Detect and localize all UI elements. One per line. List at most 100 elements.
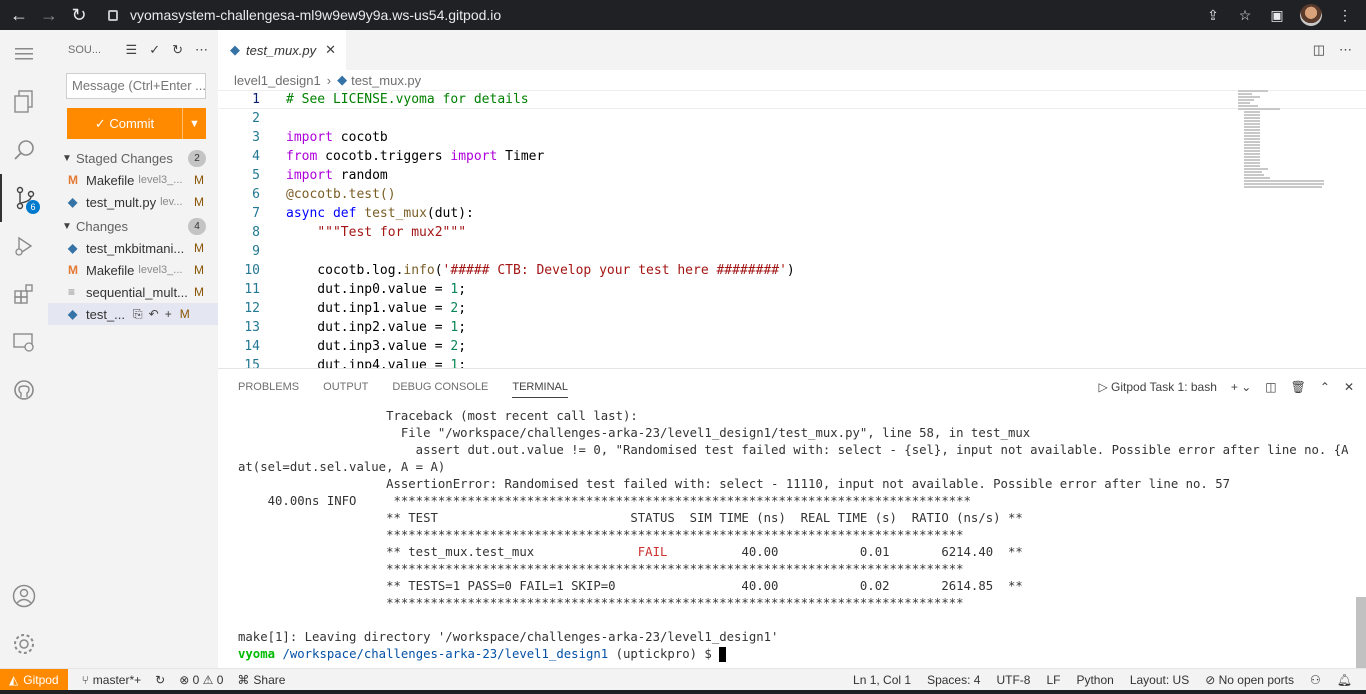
terminal-line: ****************************************… [238,562,964,576]
modified-status: M [194,195,204,209]
modified-status: M [194,263,204,277]
sidepanel-icon[interactable]: ▣ [1268,6,1286,24]
commit-check-icon[interactable]: ✓ [149,42,160,58]
gitpod-button[interactable]: ◭ Gitpod [0,668,68,691]
code-editor[interactable]: 1 # See LICENSE.vyoma for details 2 3 impo… [218,90,1366,368]
split-editor-icon[interactable]: ◫ [1313,42,1325,58]
more-actions-icon[interactable]: ⋯ [1339,42,1352,58]
stage-plus-icon[interactable]: + [165,307,172,322]
browser-bottom-strip [0,690,1366,694]
breadcrumb-folder[interactable]: level1_design1 [234,73,321,88]
feedback-icon[interactable]: ⚇ [1310,673,1321,687]
new-terminal-plus-icon[interactable]: + ⌄ [1231,380,1251,394]
text-file-icon: ≡ [68,285,76,299]
staged-changes-group[interactable]: ▼ Staged Changes 2 [48,147,218,169]
terminal-output[interactable]: Traceback (most recent call last): File … [238,409,1348,664]
modified-status: M [194,241,204,255]
ports-indicator[interactable]: ⊘ No open ports [1205,673,1294,687]
tab-debug-console[interactable]: DEBUG CONSOLE [392,381,488,393]
terminal-line: 40.00ns INFO ***************************… [238,494,971,508]
tab-problems[interactable]: PROBLEMS [238,381,299,393]
terminal-selector[interactable]: ▷ Gitpod Task 1: bash [1098,380,1216,394]
minimap[interactable] [1238,90,1328,220]
terminal-line: assert dut.out.value != 0, "Randomised t… [238,443,1348,457]
kill-terminal-trash-icon[interactable]: 🗑 [1291,380,1306,394]
reload-button[interactable]: ↻ [68,4,90,26]
back-button[interactable]: ← [8,4,30,26]
code-line: 6 @cocotb.test() [252,187,396,202]
code-line: 15 dut.inp4.value = 1; [244,358,467,368]
commit-message-input[interactable]: Message (Ctrl+Enter ... [66,73,206,99]
sidebar-header: SOU... ☰ ✓ ↻ ⋯ [48,30,218,70]
terminal-icon: ▷ [1098,380,1108,394]
accounts-icon[interactable] [0,572,48,620]
tab-terminal[interactable]: TERMINAL [512,381,568,398]
makefile-icon: M [68,263,78,277]
cursor-position[interactable]: Ln 1, Col 1 [853,673,911,687]
file-item[interactable]: ◆ test_mkbitmani... M [48,237,218,259]
more-actions-icon[interactable]: ⋯ [195,42,208,58]
encoding[interactable]: UTF-8 [996,673,1030,687]
keyboard-layout[interactable]: Layout: US [1130,673,1189,687]
file-item[interactable]: M Makefile level3_... M [48,169,218,191]
branch-indicator[interactable]: ⑂ master*+ [82,673,142,687]
indentation[interactable]: Spaces: 4 [927,673,980,687]
panel-tabs: PROBLEMS OUTPUT DEBUG CONSOLE TERMINAL ▷… [218,369,1366,405]
file-item-selected[interactable]: ◆ test_... ⎘ ↶ + M [48,303,218,325]
github-icon[interactable] [0,366,48,414]
code-line: 8 """Test for mux2""" [252,225,467,240]
remote-explorer-icon[interactable] [0,318,48,366]
end-of-line[interactable]: LF [1046,673,1060,687]
code-line: 5 import random [252,168,388,183]
terminal-line: ** test_mux.test_mux FAIL 40.00 0.01 621… [238,545,1023,559]
lock-icon [108,9,118,21]
file-item[interactable]: ◆ test_mult.py lev... M [48,191,218,213]
menu-kebab-icon[interactable]: ⋮ [1336,6,1354,24]
settings-gear-icon[interactable] [0,620,48,668]
commit-dropdown-button[interactable]: ▼ [182,108,206,139]
python-file-icon: ◆ [230,42,240,57]
terminal-line: ** TESTS=1 PASS=0 FAIL=1 SKIP=0 40.00 0.… [238,579,1023,593]
editor-tabs: ◆ test_mux.py ✕ ◫ ⋯ [218,30,1366,70]
split-terminal-icon[interactable]: ◫ [1265,380,1276,394]
tab-test-mux[interactable]: ◆ test_mux.py ✕ [218,30,346,70]
view-as-tree-icon[interactable]: ☰ [126,42,138,58]
terminal-line: File "/workspace/challenges-arka-23/leve… [238,426,1031,440]
address-bar[interactable]: vyomasystem-challengesa-ml9w9ew9y9a.ws-u… [108,7,501,23]
share-icon[interactable]: ⇪ [1204,6,1222,24]
menu-hamburger-icon[interactable] [0,30,48,78]
file-item[interactable]: M Makefile level3_... M [48,259,218,281]
code-line: 11 dut.inp0.value = 1; [244,282,467,297]
run-debug-icon[interactable] [0,222,48,270]
notifications-bell-icon[interactable]: 🔔︎ [1337,673,1352,687]
sync-icon[interactable]: ↻ [155,673,165,687]
code-line: 14 dut.inp3.value = 2; [244,339,467,354]
breadcrumb-file[interactable]: test_mux.py [351,73,421,88]
close-panel-icon[interactable]: ✕ [1344,380,1354,394]
search-icon[interactable] [0,126,48,174]
tab-output[interactable]: OUTPUT [323,381,368,393]
problems-indicator[interactable]: ⊗ 0 ⚠ 0 [179,673,223,687]
terminal-cursor [719,647,727,662]
python-file-icon: ◆ [68,307,78,321]
bookmark-star-icon[interactable]: ☆ [1236,6,1254,24]
discard-changes-icon[interactable]: ↶ [149,307,159,322]
code-line: 1 # See LICENSE.vyoma for details [218,90,1366,109]
terminal-line: Traceback (most recent call last): [238,409,638,423]
profile-avatar[interactable] [1300,4,1322,26]
source-control-icon[interactable]: 6 [0,174,48,222]
commit-button[interactable]: ✓ Commit [67,108,182,139]
file-item[interactable]: ≡ sequential_mult... M [48,281,218,303]
open-file-icon[interactable]: ⎘ [133,307,143,322]
extensions-icon[interactable] [0,270,48,318]
changes-label: Changes [76,218,129,234]
terminal-scrollbar[interactable] [1356,597,1366,669]
explorer-icon[interactable] [0,78,48,126]
share-button[interactable]: ⌘ Share [237,673,285,687]
close-icon[interactable]: ✕ [325,42,336,58]
changes-group[interactable]: ▼ Changes 4 [48,215,218,237]
maximize-panel-chevron-up-icon[interactable]: ⌃ [1320,380,1330,394]
language-mode[interactable]: Python [1076,673,1113,687]
forward-button[interactable]: → [38,4,60,26]
refresh-icon[interactable]: ↻ [172,42,183,58]
